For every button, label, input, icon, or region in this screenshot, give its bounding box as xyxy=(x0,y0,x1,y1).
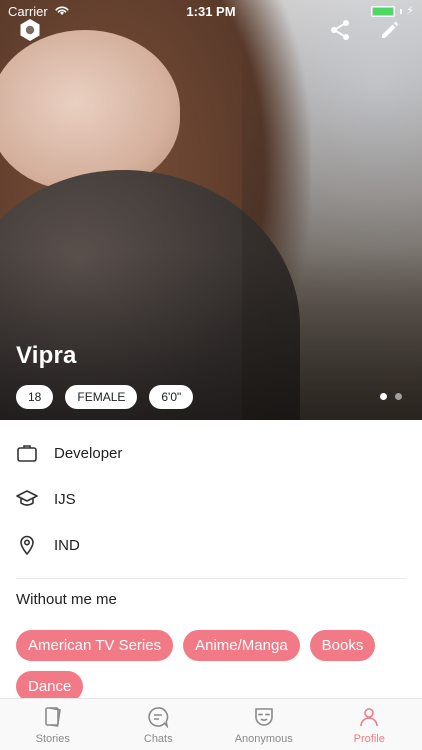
tab-chats-label: Chats xyxy=(143,732,173,745)
profile-badges: 18 FEMALE 6'0" xyxy=(16,385,194,409)
detail-location-text: IND xyxy=(54,536,80,554)
detail-education-text: IJS xyxy=(54,490,76,508)
tab-stories[interactable]: Stories xyxy=(0,699,106,750)
profile-name: Vipra xyxy=(16,342,77,369)
detail-job-text: Developer xyxy=(54,444,123,462)
battery-tip xyxy=(400,8,403,14)
detail-job: Developer xyxy=(16,430,406,476)
interest-tag[interactable]: Anime/Manga xyxy=(183,630,300,661)
gender-badge: FEMALE xyxy=(65,385,138,409)
tab-profile-label: Profile xyxy=(353,732,385,745)
interest-tag[interactable]: Books xyxy=(309,630,376,661)
tab-anonymous[interactable]: Anonymous xyxy=(211,699,317,750)
tab-anonymous-label: Anonymous xyxy=(234,732,293,745)
location-pin-icon xyxy=(16,534,38,556)
detail-education: IJS xyxy=(16,476,406,522)
about-text: Without me me xyxy=(16,591,117,608)
age-badge: 18 xyxy=(16,385,54,409)
tab-profile[interactable]: Profile xyxy=(317,699,422,750)
profile-icon xyxy=(360,707,379,726)
photo-face xyxy=(0,30,180,190)
detail-location: IND xyxy=(16,522,406,568)
briefcase-icon xyxy=(16,442,38,464)
interest-tag[interactable]: American TV Series xyxy=(16,630,174,661)
share-icon[interactable] xyxy=(324,14,356,46)
edit-icon[interactable] xyxy=(374,14,406,46)
charging-bolt-icon: ⚡ xyxy=(406,4,414,17)
chats-icon xyxy=(148,706,169,729)
tab-chats[interactable]: Chats xyxy=(106,699,212,750)
tab-stories-label: Stories xyxy=(35,732,70,745)
tab-bar: Stories Chats Anonymous Profile xyxy=(0,698,422,750)
status-time: 1:31 PM xyxy=(186,3,236,19)
photo-page-indicator[interactable] xyxy=(380,393,402,400)
profile-details: Developer IJS IND Without me me American… xyxy=(16,430,406,702)
interest-tags: American TV Series Anime/Manga Books Dan… xyxy=(16,630,406,702)
status-bar: Carrier 1:31 PM ⚡ xyxy=(0,0,422,22)
hexagon-icon[interactable] xyxy=(14,14,46,46)
section-divider xyxy=(16,578,406,579)
height-badge: 6'0" xyxy=(149,385,194,409)
graduation-cap-icon xyxy=(16,488,38,510)
page-dot-1[interactable] xyxy=(380,393,387,400)
mask-icon xyxy=(254,707,273,726)
page-dot-2[interactable] xyxy=(395,393,402,400)
wifi-icon xyxy=(54,4,70,19)
stories-icon xyxy=(44,706,61,727)
